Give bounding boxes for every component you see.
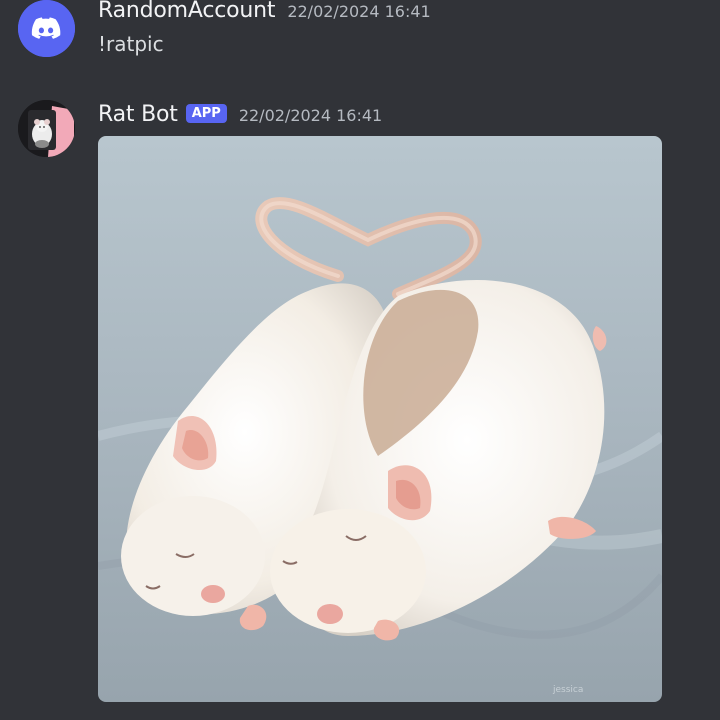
message-content: !ratpic (98, 32, 164, 56)
svg-text:jessica: jessica (552, 685, 583, 695)
message-header: RandomAccount 22/02/2024 16:41 (98, 0, 431, 23)
image-attachment[interactable]: jessica (98, 136, 662, 702)
chat-messages: RandomAccount 22/02/2024 16:41 !ratpic R… (0, 0, 720, 720)
rat-photo-image: jessica (98, 136, 662, 702)
message-header: Rat Bot APP 22/02/2024 16:41 (98, 102, 382, 127)
app-badge: APP (185, 104, 227, 123)
discord-logo-icon (18, 0, 75, 57)
timestamp[interactable]: 22/02/2024 16:41 (239, 106, 382, 125)
message-item: RandomAccount 22/02/2024 16:41 !ratpic (0, 0, 720, 78)
timestamp[interactable]: 22/02/2024 16:41 (287, 2, 430, 21)
avatar[interactable] (18, 100, 75, 157)
avatar[interactable] (18, 0, 75, 57)
message-item: Rat Bot APP 22/02/2024 16:41 jessica (0, 96, 720, 720)
username[interactable]: Rat Bot (98, 102, 178, 127)
rat-photo-avatar (18, 100, 75, 157)
username[interactable]: RandomAccount (98, 0, 276, 23)
